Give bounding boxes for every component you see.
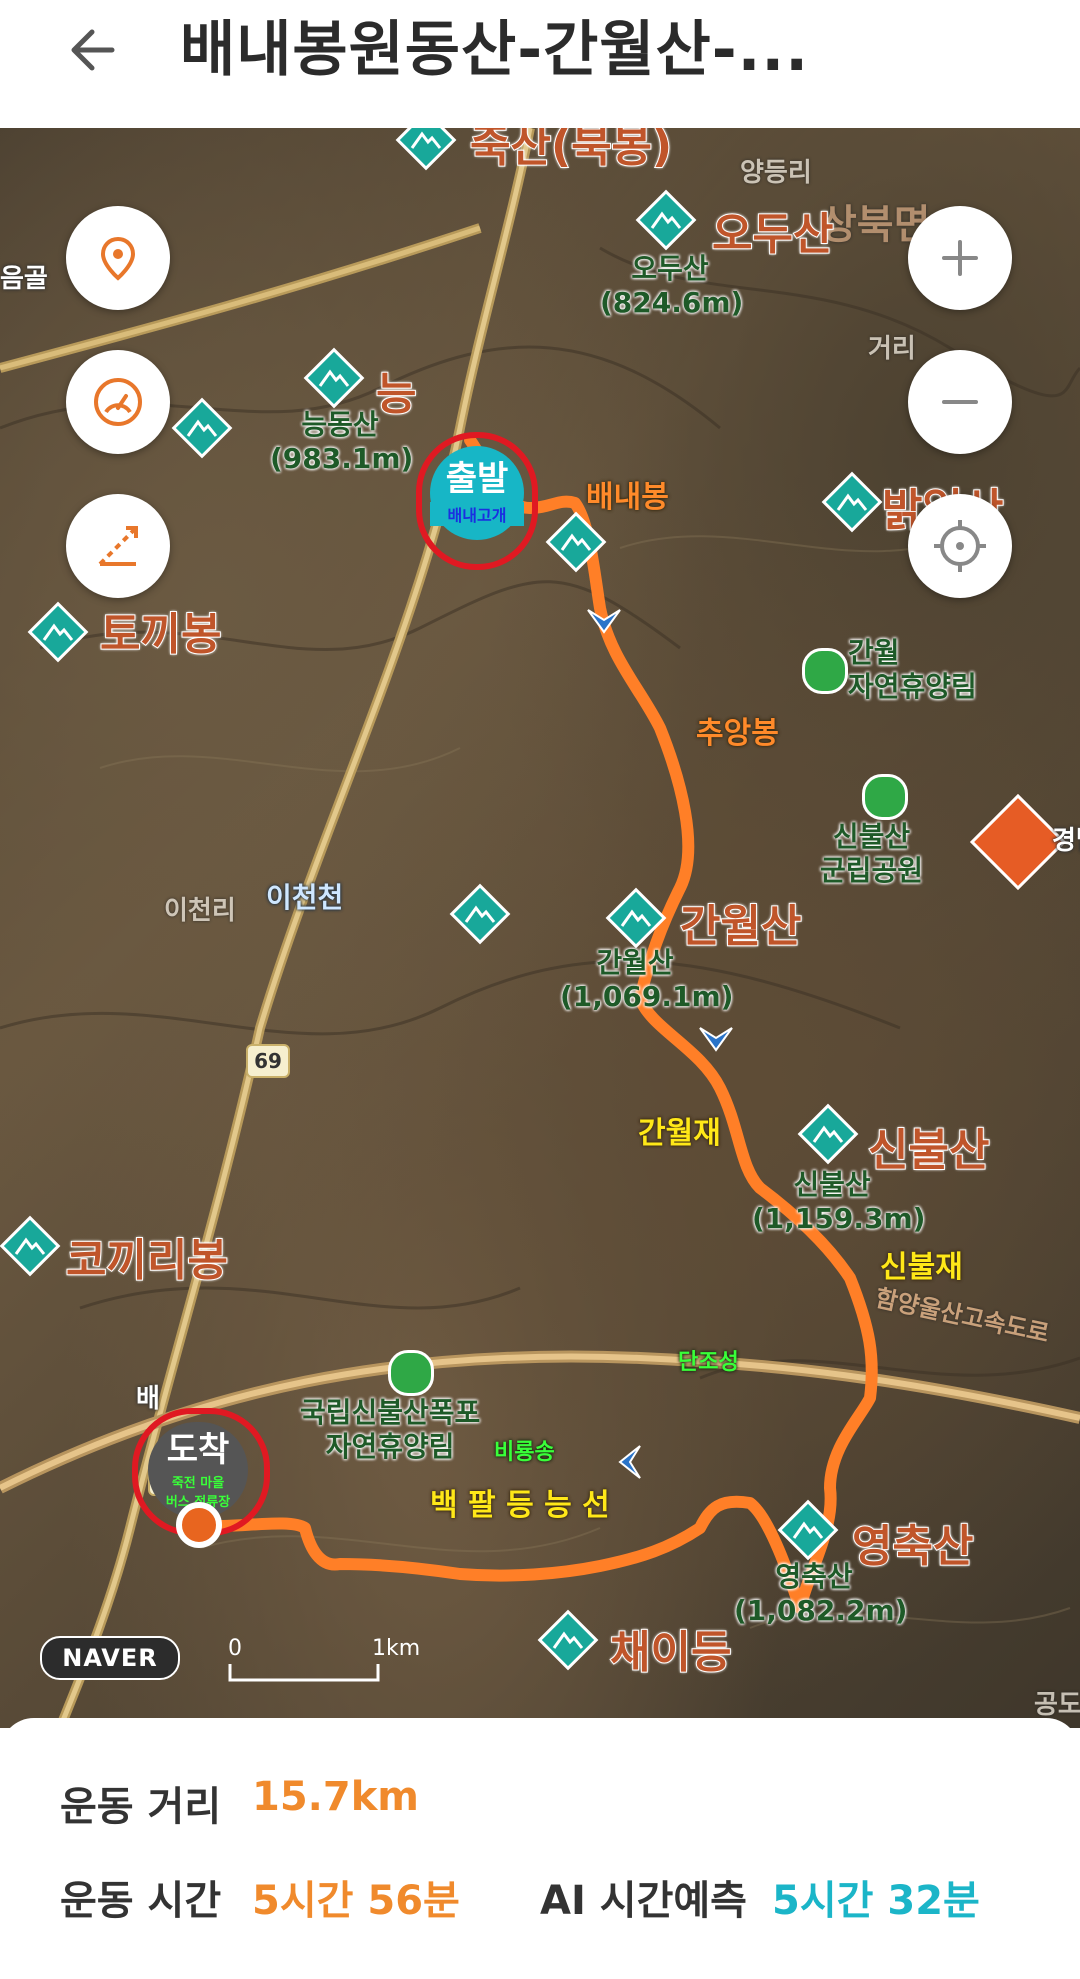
arrow-left-icon <box>71 29 115 71</box>
peak-sub-sinbulsan: 신불산 (1,159.3m) <box>752 1168 926 1235</box>
plus-icon <box>942 240 978 276</box>
crosshair-icon <box>934 520 986 572</box>
route-direction-arrow <box>618 1445 641 1479</box>
scale-km: 1km <box>372 1636 421 1661</box>
location-pin-icon <box>100 236 136 281</box>
measure-button[interactable] <box>66 494 170 598</box>
route-label-chuangbong: 추앙봉 <box>696 716 779 751</box>
time-label: 운동 시간 <box>60 1878 222 1924</box>
place-gyeong: 경남 <box>1052 826 1080 856</box>
ai-time-label: AI 시간예측 <box>540 1878 747 1924</box>
peak-sub-yeongchuksan: 영축산 (1,082.2m) <box>734 1560 908 1627</box>
place-sinbul-falls: 국립신불산폭포 자연휴양림 <box>300 1396 481 1463</box>
route-label-ganwoljae: 간월재 <box>638 1116 721 1151</box>
end-point-dot <box>176 1502 222 1548</box>
mountain-icon[interactable] <box>0 1214 62 1278</box>
speedometer-icon <box>94 378 142 426</box>
naver-logo: NAVER <box>40 1636 180 1680</box>
mountain-icon[interactable] <box>796 1102 860 1166</box>
place-yangdeungri: 양등리 <box>740 158 812 188</box>
place-sinbul-park: 신불산 군립공원 <box>820 820 924 887</box>
back-button[interactable] <box>64 20 144 80</box>
peak-name-juksan: 죽산(북봉) <box>469 128 673 173</box>
mountain-icon[interactable] <box>604 886 668 950</box>
mountain-icon[interactable] <box>26 600 90 664</box>
time-value: 5시간 56분 <box>252 1878 460 1924</box>
leaf-icon[interactable] <box>802 648 848 694</box>
start-sub-label: 배내고개 <box>430 502 524 526</box>
place-ganwol-forest: 간월 자연휴양림 <box>848 636 977 703</box>
distance-label: 운동 거리 <box>60 1784 222 1830</box>
peak-name-tokkibong: 토끼봉 <box>99 608 222 661</box>
place-icheonri: 이천리 <box>164 896 236 926</box>
distance-value: 15.7km <box>252 1774 419 1820</box>
end-sub-label: 죽전 마을 <box>171 1476 225 1491</box>
mountain-icon[interactable] <box>302 346 366 410</box>
peak-sub-oedusan: 오두산 (824.6m) <box>600 252 744 319</box>
place-geori: 거리 <box>868 334 916 364</box>
ai-time-value: 5시간 32분 <box>772 1878 980 1924</box>
peak-sub-neungdongsan: 능동산 (983.1m) <box>270 408 414 475</box>
route-label-baekpal: 백 팔 등 능 선 <box>430 1488 610 1523</box>
place-eumgol: 음골 <box>0 264 48 294</box>
mountain-icon[interactable] <box>634 188 698 252</box>
location-button[interactable] <box>66 206 170 310</box>
river-icheoncheon: 이천천 <box>266 881 344 914</box>
current-position-button[interactable] <box>908 494 1012 598</box>
start-marker[interactable]: 출발 배내고개 <box>416 432 538 570</box>
minus-icon <box>942 400 978 404</box>
page-title: 배내봉원동산-간월산-... <box>180 15 809 85</box>
peak-name-chaeideung: 채이등 <box>609 1626 732 1679</box>
mountain-icon[interactable] <box>544 510 608 574</box>
ruler-measure-icon <box>98 526 138 566</box>
leaf-icon[interactable] <box>388 1350 434 1396</box>
peak-name-kokkiribong: 코끼리봉 <box>65 1234 229 1287</box>
peak-name-ganwolsan: 간월산 <box>679 900 802 953</box>
route-direction-arrow <box>699 1027 733 1052</box>
start-label: 출발 <box>445 459 509 499</box>
zoom-out-button[interactable] <box>908 350 1012 454</box>
mountain-icon[interactable] <box>536 1608 600 1672</box>
mountain-icon[interactable] <box>448 882 512 946</box>
peak-sub-ganwolsan: 간월산 (1,069.1m) <box>560 946 734 1013</box>
stats-panel: 운동 거리 15.7km 운동 시간 5시간 56분 AI 시간예측 5시간 3… <box>0 1718 1080 1979</box>
place-godo: 공도 <box>1034 1690 1080 1720</box>
speedometer-button[interactable] <box>66 350 170 454</box>
map-view[interactable]: 죽산(북봉) 양등리 상북면 거리 오두산 오두산 (824.6m) 음골 능 능… <box>0 128 1080 1728</box>
end-label: 도착 <box>166 1430 230 1470</box>
scale-zero: 0 <box>228 1636 242 1661</box>
park-icon[interactable] <box>862 774 908 820</box>
mountain-icon[interactable] <box>776 1498 840 1562</box>
mountain-icon[interactable] <box>394 128 458 172</box>
zoom-in-button[interactable] <box>908 206 1012 310</box>
route-label-baenaebong: 배내봉 <box>586 480 669 515</box>
app-header: 배내봉원동산-간월산-... <box>0 0 1080 128</box>
route-label-sinbuljae: 신불재 <box>880 1250 963 1285</box>
place-bae: 배 <box>136 1384 160 1414</box>
route-label-danjoseong: 단조성 <box>678 1350 739 1375</box>
scale-bar: 0 1km <box>228 1636 420 1686</box>
road-number-shield: 69 <box>246 1044 290 1078</box>
mountain-icon[interactable] <box>170 396 234 460</box>
route-label-birongsong: 비룡송 <box>494 1440 555 1465</box>
mountain-icon[interactable] <box>820 470 884 534</box>
